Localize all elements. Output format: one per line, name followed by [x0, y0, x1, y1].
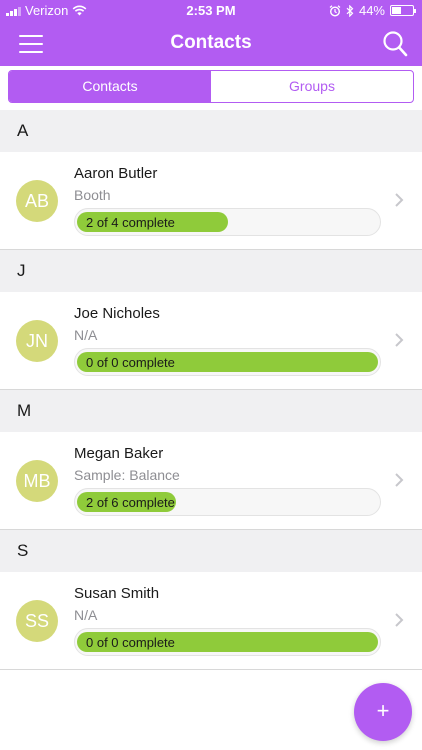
contact-list: A AB Aaron Butler Booth 2 of 4 complete J JN Jo… — [0, 110, 422, 670]
progress-label: 0 of 0 complete — [86, 355, 175, 370]
add-icon: + — [376, 698, 390, 723]
chevron-right-icon — [395, 193, 404, 207]
status-bar: Verizon 2:53 PM 44% — [0, 0, 422, 22]
contact-subtitle: Sample: Balance — [74, 467, 180, 483]
contact-row[interactable]: SS Susan Smith N/A 0 of 0 complete — [0, 572, 422, 670]
section-header: J — [0, 250, 422, 292]
section-header: S — [0, 530, 422, 572]
alarm-icon — [329, 4, 341, 17]
contact-name: Aaron Butler — [74, 165, 158, 182]
progress-bar: 0 of 0 complete — [74, 348, 381, 376]
contact-row[interactable]: JN Joe Nicholes N/A 0 of 0 complete — [0, 292, 422, 390]
contact-subtitle: Booth — [74, 187, 111, 203]
page-title: Contacts — [170, 32, 252, 53]
section-header: A — [0, 110, 422, 152]
tab-groups[interactable]: Groups — [211, 71, 413, 102]
search-icon[interactable] — [382, 30, 408, 58]
add-contact-button[interactable]: + — [354, 683, 412, 741]
contact-row[interactable]: MB Megan Baker Sample: Balance 2 of 6 compl… — [0, 432, 422, 530]
avatar: SS — [16, 600, 58, 642]
avatar: MB — [16, 460, 58, 502]
chevron-right-icon — [395, 613, 404, 627]
chevron-right-icon — [395, 473, 404, 487]
contact-name: Megan Baker — [74, 445, 164, 462]
contact-name: Joe Nicholes — [74, 305, 160, 322]
battery-icon — [390, 5, 416, 16]
progress-label: 0 of 0 complete — [86, 635, 175, 650]
avatar: JN — [16, 320, 58, 362]
top-bar: Verizon 2:53 PM 44% Contacts — [0, 0, 422, 66]
progress-bar: 0 of 0 complete — [74, 628, 381, 656]
section-header: M — [0, 390, 422, 432]
tab-segmented-control: Contacts Groups — [8, 70, 414, 103]
nav-bar: Contacts — [0, 22, 422, 66]
contact-name: Susan Smith — [74, 585, 160, 602]
avatar: AB — [16, 180, 58, 222]
battery-percent: 44% — [358, 3, 385, 18]
progress-label: 2 of 6 complete — [86, 495, 175, 510]
contact-row[interactable]: AB Aaron Butler Booth 2 of 4 complete — [0, 152, 422, 250]
bluetooth-icon — [346, 4, 354, 17]
contact-subtitle: N/A — [74, 607, 98, 623]
chevron-right-icon — [395, 333, 404, 347]
status-right: 44% — [329, 3, 416, 18]
contact-subtitle: N/A — [74, 327, 98, 343]
tab-contacts[interactable]: Contacts — [9, 71, 211, 102]
progress-bar: 2 of 4 complete — [74, 208, 381, 236]
progress-bar: 2 of 6 complete — [74, 488, 381, 516]
progress-label: 2 of 4 complete — [86, 215, 175, 230]
